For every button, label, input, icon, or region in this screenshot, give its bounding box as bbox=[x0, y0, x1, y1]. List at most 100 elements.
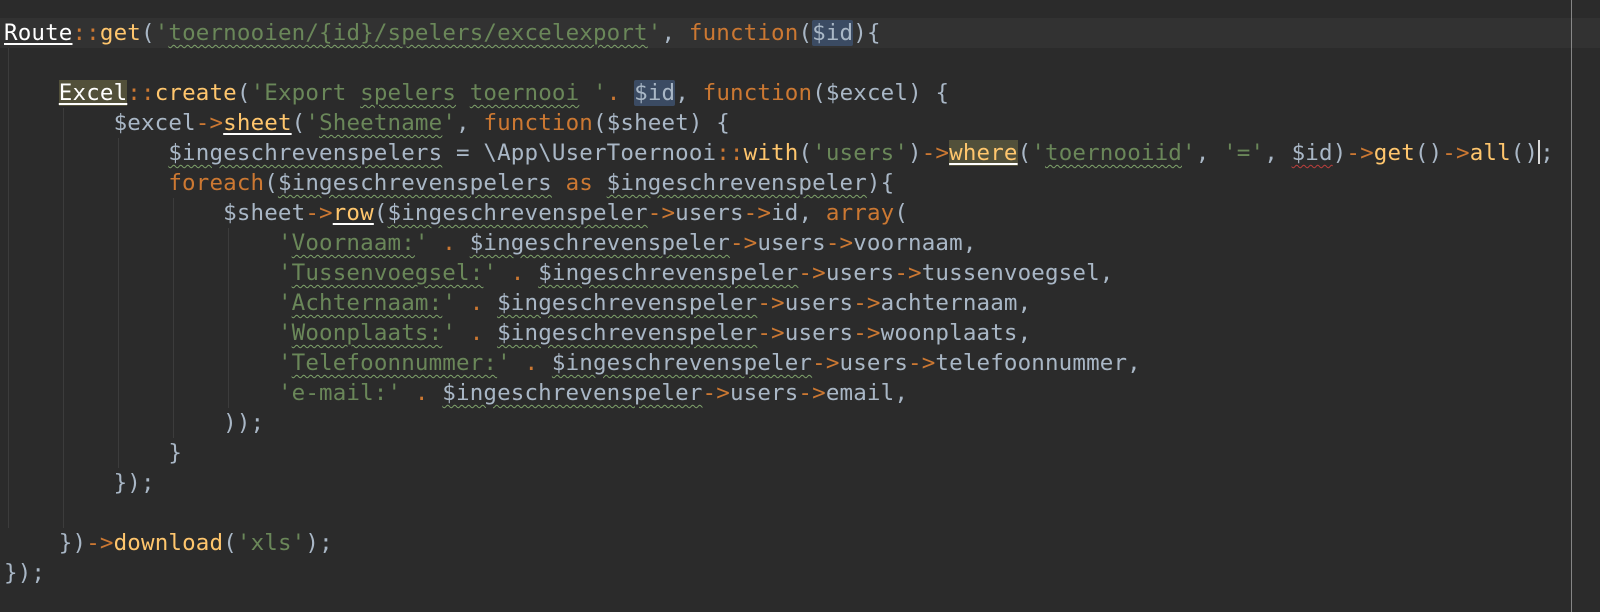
code-line[interactable]: $ingeschrevenspelers = \App\UserToernooi… bbox=[4, 138, 1554, 168]
code-token: ){ bbox=[866, 170, 895, 196]
code-token: . bbox=[428, 230, 470, 256]
code-token: Tussenvoegsel: bbox=[291, 260, 484, 286]
code-token: $id bbox=[634, 80, 676, 106]
code-token: ' bbox=[277, 260, 292, 286]
code-token: , bbox=[1017, 290, 1032, 316]
code-token: as bbox=[551, 170, 607, 196]
code-token: )); bbox=[223, 410, 265, 436]
code-token: -> bbox=[921, 140, 950, 166]
code-editor[interactable]: Route::get('toernooien/{id}/spelers/exce… bbox=[0, 0, 1600, 612]
code-token: -> bbox=[195, 110, 224, 136]
code-token: download bbox=[113, 530, 224, 556]
code-line[interactable]: 'Achternaam:' . $ingeschrevenspeler->use… bbox=[4, 288, 1554, 318]
code-token: ' bbox=[154, 20, 169, 46]
code-token: 'e-mail:' bbox=[277, 380, 402, 406]
code-token: users bbox=[839, 350, 909, 376]
code-token: row bbox=[332, 200, 374, 226]
code-token: ' bbox=[1181, 140, 1196, 166]
code-token: ' bbox=[442, 290, 457, 316]
code-token: ( bbox=[798, 140, 813, 166]
code-line[interactable]: }); bbox=[4, 468, 1554, 498]
code-token: '=' bbox=[1223, 140, 1265, 166]
code-token: telefoonnummer bbox=[935, 350, 1128, 376]
code-line[interactable] bbox=[4, 48, 1554, 78]
code-line[interactable]: })->download('xls'); bbox=[4, 528, 1554, 558]
code-token: users bbox=[729, 380, 799, 406]
code-token: ' bbox=[483, 260, 498, 286]
code-line[interactable]: $excel->sheet('Sheetname', function($she… bbox=[4, 108, 1554, 138]
code-token: , bbox=[1017, 320, 1032, 346]
code-token: $ingeschrevenspelers bbox=[168, 140, 443, 166]
code-token: Telefoonnummer: bbox=[291, 350, 498, 376]
code-line[interactable]: $sheet->row($ingeschrevenspeler->users->… bbox=[4, 198, 1554, 228]
code-token: \App\UserToernooi bbox=[483, 140, 717, 166]
code-token: }) bbox=[58, 530, 87, 556]
code-token: -> bbox=[825, 230, 854, 256]
code-line[interactable]: 'Tussenvoegsel:' . $ingeschrevenspeler->… bbox=[4, 258, 1554, 288]
code-token: Voornaam: bbox=[291, 230, 415, 256]
code-token: id bbox=[771, 200, 799, 226]
code-token: () bbox=[1510, 140, 1539, 166]
code-token: = bbox=[442, 140, 484, 166]
code-line[interactable]: }); bbox=[4, 558, 1554, 588]
code-token: , bbox=[1099, 260, 1114, 286]
code-line[interactable]: 'Telefoonnummer:' . $ingeschrevenspeler-… bbox=[4, 348, 1554, 378]
code-token: ( bbox=[291, 110, 306, 136]
code-token: () bbox=[1414, 140, 1443, 166]
code-line[interactable]: Excel::create('Export spelers toernooi '… bbox=[4, 78, 1554, 108]
code-line[interactable]: Route::get('toernooien/{id}/spelers/exce… bbox=[4, 18, 1554, 48]
code-token: :: bbox=[72, 20, 100, 46]
code-line[interactable]: } bbox=[4, 438, 1554, 468]
code-token: -> bbox=[853, 290, 881, 316]
code-token: $ingeschrevenspeler bbox=[606, 170, 867, 196]
code-token: . bbox=[606, 80, 635, 106]
code-token: . bbox=[456, 320, 498, 346]
code-token: woonplaats bbox=[880, 320, 1018, 346]
code-token: ' bbox=[442, 320, 457, 346]
code-token: ) bbox=[908, 140, 922, 166]
code-token: -> bbox=[702, 380, 730, 406]
code-line[interactable]: foreach($ingeschrevenspelers as $ingesch… bbox=[4, 168, 1554, 198]
code-token: -> bbox=[1346, 140, 1374, 166]
code-token: array bbox=[825, 200, 895, 226]
code-line[interactable]: 'e-mail:' . $ingeschrevenspeler->users->… bbox=[4, 378, 1554, 408]
code-token: , bbox=[1127, 350, 1141, 376]
code-token: ) bbox=[1332, 140, 1347, 166]
code-token: }); bbox=[4, 560, 46, 586]
right-margin-guide bbox=[1571, 0, 1572, 612]
code-token: spelers bbox=[360, 80, 457, 106]
code-token: ' bbox=[414, 230, 429, 256]
code-token: $ingeschrevenspeler bbox=[538, 260, 799, 286]
code-token: users bbox=[825, 260, 895, 286]
code-token: -> bbox=[798, 380, 826, 406]
code-token: -> bbox=[894, 260, 922, 286]
code-line[interactable]: )); bbox=[4, 408, 1554, 438]
code-token: , bbox=[798, 200, 826, 226]
code-line[interactable] bbox=[4, 498, 1554, 528]
code-token: ' bbox=[442, 110, 457, 136]
code-token: $id bbox=[1291, 140, 1333, 166]
code-area[interactable]: Route::get('toernooien/{id}/spelers/exce… bbox=[4, 18, 1554, 588]
code-token: ' bbox=[277, 320, 292, 346]
code-token: $ingeschrevenspeler bbox=[387, 200, 648, 226]
code-token: ' bbox=[277, 230, 292, 256]
code-token: -> bbox=[853, 320, 881, 346]
code-token: get bbox=[1373, 140, 1415, 166]
code-line[interactable]: 'Voornaam:' . $ingeschrevenspeler->users… bbox=[4, 228, 1554, 258]
code-line[interactable]: 'Woonplaats:' . $ingeschrevenspeler->use… bbox=[4, 318, 1554, 348]
code-token: , bbox=[675, 80, 703, 106]
code-token: users bbox=[757, 230, 826, 256]
code-token: ( bbox=[373, 200, 388, 226]
code-token: achternaam bbox=[880, 290, 1018, 316]
code-token: , bbox=[962, 230, 977, 256]
code-token: } bbox=[168, 440, 183, 466]
code-token: toernooi bbox=[469, 80, 580, 106]
code-token: ( bbox=[1017, 140, 1032, 166]
code-token: voornaam bbox=[853, 230, 963, 256]
code-token: foreach bbox=[168, 170, 265, 196]
